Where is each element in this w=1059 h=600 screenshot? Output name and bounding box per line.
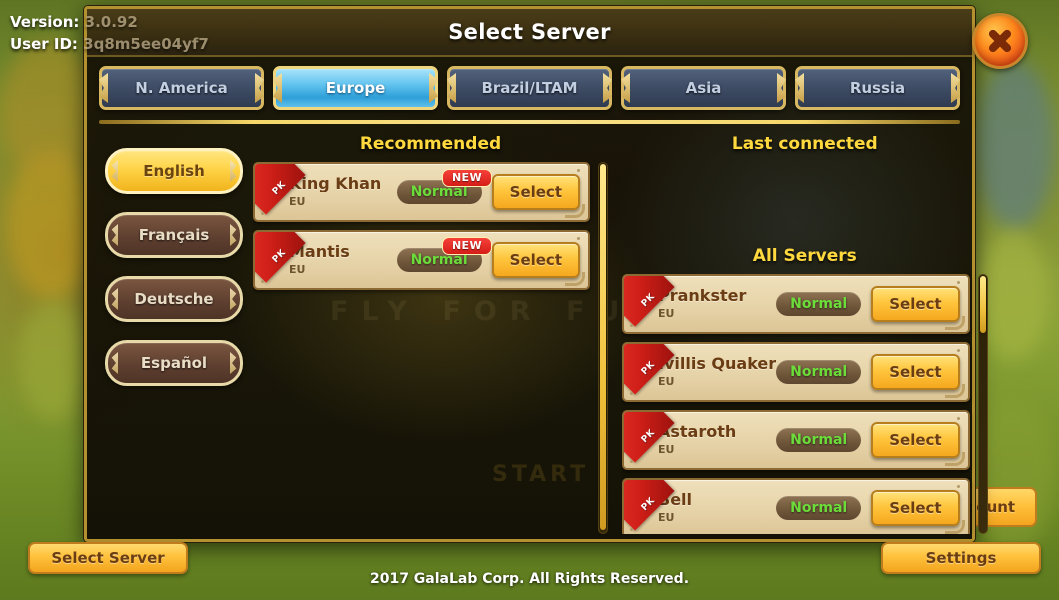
server-info: Mantis EU [289,244,397,277]
page-title: Select Server [448,20,611,44]
version-label: Version: [10,13,80,31]
server-card[interactable]: PK Bell EU Normal Select [622,478,970,534]
server-info: King Khan EU [289,176,397,209]
language-label: English [143,162,205,180]
status-badge: Normal [776,428,862,452]
select-server-button[interactable]: Select Server [28,542,188,574]
server-info: Astaroth EU [658,424,776,457]
recommended-list-wrap: PK King Khan EU NEW Normal Select PK Mantis EU NE… [253,162,608,534]
version-value: 3.0.92 [84,13,138,31]
userid-label: User ID: [10,34,78,53]
card-dot [630,392,633,395]
server-info: Ivillis Quaker EU [658,356,776,389]
card-dot [577,237,580,240]
server-region: EU [658,375,675,389]
card-dot [956,417,960,420]
card-corner-flourish-icon [944,520,965,534]
card-corner-flourish-icon [944,384,965,398]
card-corner-flourish-icon [565,272,585,286]
select-server-dialog: Select Server N. America Europe Brazil/LTA… [84,6,1028,544]
settings-button[interactable]: Settings [881,542,1041,574]
scrollbar-thumb[interactable] [600,164,606,531]
close-icon[interactable] [972,13,1028,69]
all-servers-panel: Last connected All Servers PK Prankster EU… [614,132,988,534]
server-region: EU [658,443,675,457]
tab-n-america[interactable]: N. America [99,66,264,110]
server-region: EU [658,307,675,321]
server-name: Mantis [289,243,350,261]
recommended-server-list: PK King Khan EU NEW Normal Select PK Mantis EU NE… [253,162,594,534]
server-region: EU [658,511,675,525]
language-selector: English Français Deutsche Español [99,132,249,534]
tab-label: Europe [325,79,386,97]
server-name: Prankster [658,287,747,305]
language-button-1[interactable]: Français [105,212,243,258]
card-dot [630,324,633,327]
language-button-2[interactable]: Deutsche [105,276,243,322]
server-card[interactable]: PK King Khan EU NEW Normal Select [253,162,590,222]
dialog-body: English Français Deutsche Español Recommend… [87,124,988,544]
recommended-title: Recommended [359,134,502,154]
language-label: Deutsche [134,290,214,308]
server-info: Prankster EU [658,288,776,321]
card-corner-flourish-icon [944,316,965,330]
version-info-overlay: Version: 3.0.92 User ID: 3q8m5ee04yf7 [10,12,209,56]
card-corner-flourish-icon [565,204,585,218]
tab-label: Asia [685,79,722,97]
all-servers-list-wrap: PK Prankster EU Normal Select PK Ivillis Quake… [622,274,988,534]
tab-brazil-ltam[interactable]: Brazil/LTAM [447,66,612,110]
last-connected-list [622,162,988,242]
card-dot [956,281,960,284]
tab-label: Russia [849,79,906,97]
card-dot [577,169,580,172]
language-button-0[interactable]: English [105,148,243,194]
server-name: Bell [658,491,693,509]
language-label: Español [140,354,208,372]
copyright-text: 2017 GalaLab Corp. All Rights Reserved. [369,571,690,587]
region-tab-bar: N. America Europe Brazil/LTAM Asia Russia [87,57,972,110]
tab-label: N. America [135,79,228,97]
language-button-3[interactable]: Español [105,340,243,386]
card-dot [956,349,960,352]
card-dot [261,280,264,283]
tab-label: Brazil/LTAM [481,79,578,97]
server-card[interactable]: PK Ivillis Quaker EU Normal Select [622,342,970,402]
status-badge: Normal [776,496,862,520]
server-card[interactable]: PK Astaroth EU Normal Select [622,410,970,470]
server-name: Ivillis Quaker [658,355,777,373]
server-info: Bell EU [658,492,776,525]
card-dot [630,528,633,531]
userid-value: 3q8m5ee04yf7 [83,34,209,53]
card-dot [261,212,264,215]
userid-line: User ID: 3q8m5ee04yf7 [10,34,209,56]
tab-asia[interactable]: Asia [621,66,786,110]
server-region: EU [289,195,306,209]
tab-europe[interactable]: Europe [273,66,438,110]
tab-russia[interactable]: Russia [795,66,960,110]
language-label: Français [138,226,210,244]
close-x-glyph [987,28,1013,54]
card-dot [956,485,960,488]
dialog-header: Select Server [87,9,1028,69]
version-line: Version: 3.0.92 [10,12,209,34]
all-servers-server-list: PK Prankster EU Normal Select PK Ivillis Quake… [622,274,974,534]
last-connected-title: Last connected [731,134,878,154]
card-corner-flourish-icon [944,452,965,466]
server-name: King Khan [289,175,382,193]
scrollbar-thumb[interactable] [979,276,986,333]
recommended-scrollbar[interactable] [598,162,608,534]
status-badge: Normal [776,360,862,384]
status-badge: Normal [776,292,862,316]
card-dot [630,460,633,463]
recommended-panel: Recommended PK King Khan EU NEW Normal Select… [249,132,614,534]
server-card[interactable]: PK Mantis EU NEW Normal Select [253,230,590,290]
all-servers-scrollbar[interactable] [977,274,988,534]
new-badge: NEW [441,169,492,187]
server-region: EU [289,263,306,277]
new-badge: NEW [441,237,492,255]
all-servers-title: All Servers [752,246,857,266]
server-card[interactable]: PK Prankster EU Normal Select [622,274,970,334]
server-name: Astaroth [658,423,737,441]
